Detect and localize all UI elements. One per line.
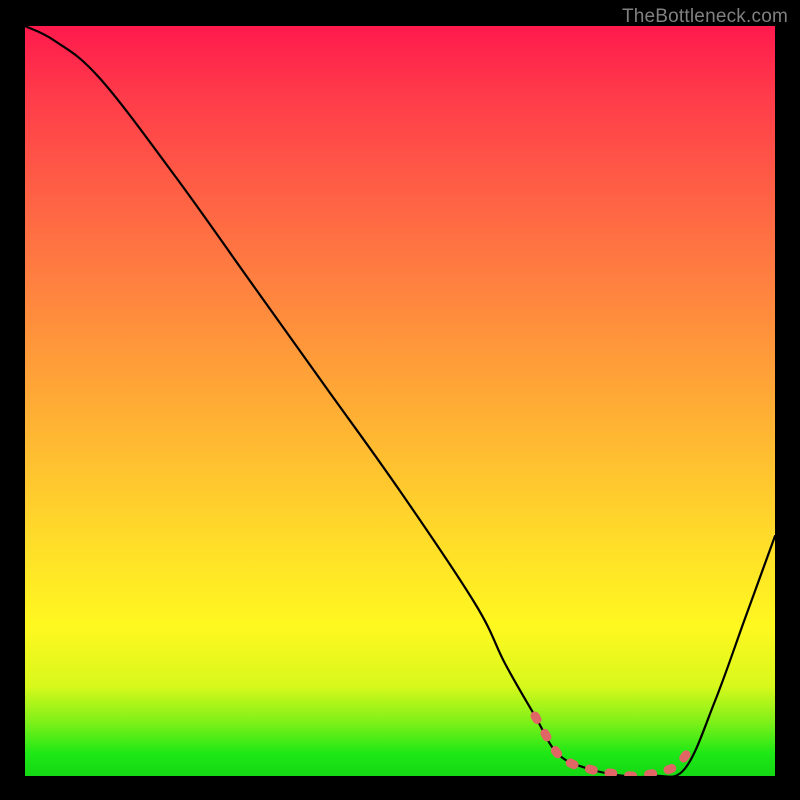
chart-plot-area [25,26,775,776]
chart-svg [25,26,775,776]
watermark-text: TheBottleneck.com [622,6,788,28]
optimal-zone-path [535,716,693,776]
bottleneck-curve-path [25,26,775,776]
